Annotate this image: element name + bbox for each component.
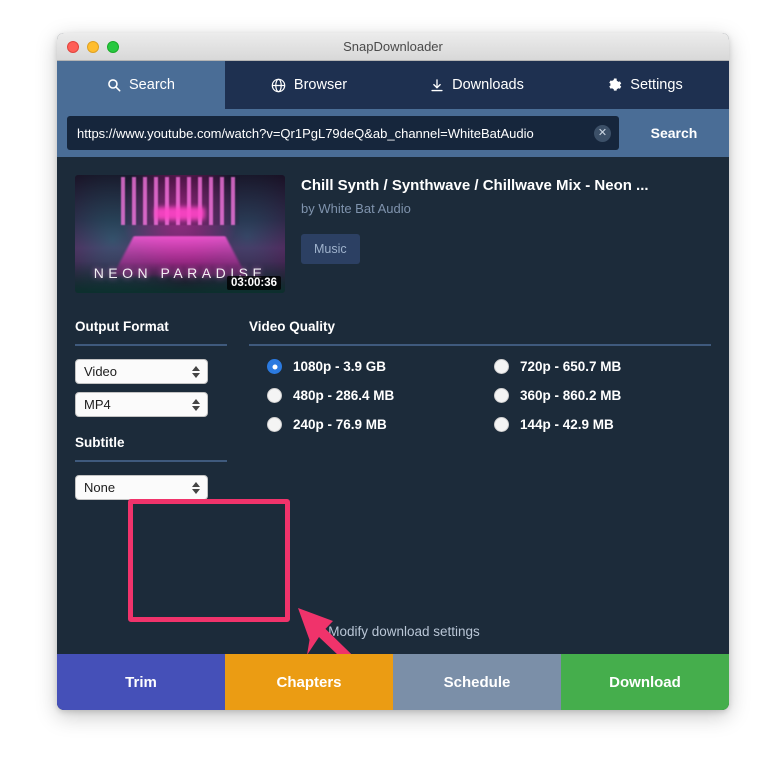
quality-label: 480p - 286.4 MB xyxy=(293,388,395,403)
output-container-select[interactable]: MP4 xyxy=(75,392,208,417)
titlebar: SnapDownloader xyxy=(57,33,729,61)
left-options-column: Output Format Video MP4 Subtitle None xyxy=(75,319,227,508)
thumbnail-neon-sign xyxy=(154,206,206,220)
quality-option-480p[interactable]: 480p - 286.4 MB xyxy=(267,388,484,403)
output-format-divider xyxy=(75,344,227,346)
video-category-tag[interactable]: Music xyxy=(301,234,360,264)
chevron-updown-icon xyxy=(192,481,200,494)
radio-icon[interactable] xyxy=(494,417,509,432)
video-summary: NEON PARADISE 03:00:36 Chill Synth / Syn… xyxy=(57,157,729,293)
subtitle-select[interactable]: None xyxy=(75,475,208,500)
video-quality-heading: Video Quality xyxy=(249,319,336,334)
quality-label: 144p - 42.9 MB xyxy=(520,417,614,432)
content-area: NEON PARADISE 03:00:36 Chill Synth / Syn… xyxy=(57,157,729,654)
action-bar: Trim Chapters Schedule Download xyxy=(57,654,729,710)
download-button[interactable]: Download xyxy=(561,654,729,710)
urlbar: ✕ Search xyxy=(57,109,729,157)
clear-circle-icon[interactable]: ✕ xyxy=(594,124,611,142)
output-type-select[interactable]: Video xyxy=(75,359,208,384)
gear-icon xyxy=(607,77,622,93)
output-container-value: MP4 xyxy=(84,397,111,412)
quality-label: 1080p - 3.9 GB xyxy=(293,359,387,374)
gear-icon xyxy=(306,623,320,640)
trim-button[interactable]: Trim xyxy=(57,654,225,710)
video-duration-badge: 03:00:36 xyxy=(226,276,281,290)
tab-search-label: Search xyxy=(129,77,175,93)
app-window: SnapDownloader Search Browser Downloads … xyxy=(57,33,729,710)
options-area: Output Format Video MP4 Subtitle None Vi… xyxy=(57,293,729,508)
tab-settings-label: Settings xyxy=(630,77,683,93)
quality-label: 240p - 76.9 MB xyxy=(293,417,387,432)
video-quality-divider xyxy=(249,344,711,346)
window-title: SnapDownloader xyxy=(343,39,443,54)
search-button[interactable]: Search xyxy=(619,125,729,141)
video-quality-options: 1080p - 3.9 GB 720p - 650.7 MB 480p - 28… xyxy=(249,359,711,432)
tab-browser-label: Browser xyxy=(293,77,348,93)
tab-downloads-label: Downloads xyxy=(452,77,524,93)
video-thumbnail: NEON PARADISE 03:00:36 xyxy=(75,175,285,293)
video-metadata: Chill Synth / Synthwave / Chillwave Mix … xyxy=(301,175,711,293)
download-icon xyxy=(430,78,444,93)
chevron-updown-icon xyxy=(192,365,200,378)
quality-option-360p[interactable]: 360p - 860.2 MB xyxy=(494,388,711,403)
video-author: by White Bat Audio xyxy=(301,201,411,216)
video-quality-group: Video Quality 1080p - 3.9 GB 720p - 650.… xyxy=(249,319,711,508)
quality-label: 360p - 860.2 MB xyxy=(520,388,622,403)
url-field-wrapper: ✕ xyxy=(67,116,619,150)
output-format-group: Output Format Video MP4 xyxy=(75,319,227,417)
chapters-button[interactable]: Chapters xyxy=(225,654,393,710)
chevron-updown-icon xyxy=(192,398,200,411)
annotation-highlight-box xyxy=(128,499,290,622)
url-input[interactable] xyxy=(77,125,594,141)
video-title: Chill Synth / Synthwave / Chillwave Mix … xyxy=(301,177,649,194)
search-icon xyxy=(107,78,121,92)
quality-label: 720p - 650.7 MB xyxy=(520,359,622,374)
subtitle-value: None xyxy=(84,480,116,495)
output-type-value: Video xyxy=(84,364,118,379)
quality-option-1080p[interactable]: 1080p - 3.9 GB xyxy=(267,359,484,374)
tabbar: Search Browser Downloads Settings xyxy=(57,61,729,109)
radio-icon[interactable] xyxy=(494,388,509,403)
quality-option-144p[interactable]: 144p - 42.9 MB xyxy=(494,417,711,432)
output-format-heading: Output Format xyxy=(75,319,169,334)
globe-icon xyxy=(271,78,286,93)
tab-browser[interactable]: Browser xyxy=(225,61,393,109)
tab-search[interactable]: Search xyxy=(57,61,225,109)
schedule-button[interactable]: Schedule xyxy=(393,654,561,710)
radio-icon[interactable] xyxy=(494,359,509,374)
subtitle-divider xyxy=(75,460,227,462)
tab-downloads[interactable]: Downloads xyxy=(393,61,561,109)
subtitle-group: Subtitle None xyxy=(75,435,227,500)
subtitle-heading: Subtitle xyxy=(75,435,125,450)
quality-option-720p[interactable]: 720p - 650.7 MB xyxy=(494,359,711,374)
tab-settings[interactable]: Settings xyxy=(561,61,729,109)
radio-icon[interactable] xyxy=(267,388,282,403)
quality-option-240p[interactable]: 240p - 76.9 MB xyxy=(267,417,484,432)
modify-download-settings-label: Modify download settings xyxy=(328,624,480,639)
radio-icon[interactable] xyxy=(267,359,282,374)
modify-download-settings-link[interactable]: Modify download settings xyxy=(57,623,729,640)
radio-icon[interactable] xyxy=(267,417,282,432)
